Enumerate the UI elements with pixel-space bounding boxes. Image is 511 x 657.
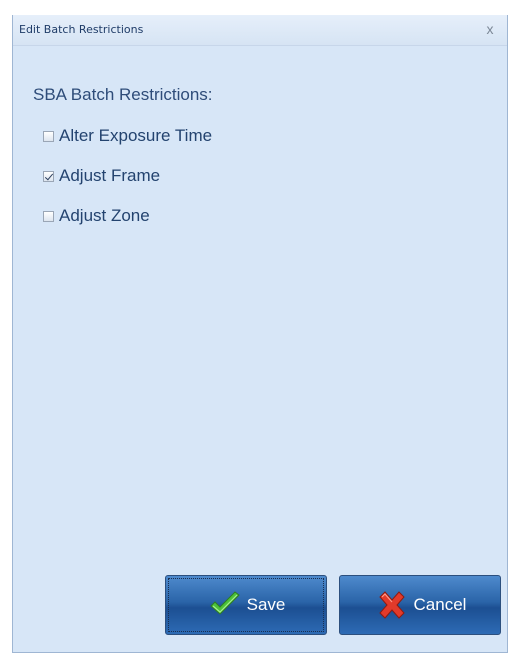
dialog-title: Edit Batch Restrictions [19, 23, 144, 36]
title-bar: Edit Batch Restrictions x [13, 15, 507, 46]
checkbox-adjust-zone-box[interactable] [43, 210, 54, 222]
checkbox-adjust-frame[interactable]: Adjust Frame [43, 164, 160, 188]
checkbox-adjust-zone-label[interactable]: Adjust Zone [59, 206, 150, 226]
red-x-icon [378, 591, 405, 619]
save-button[interactable]: Save [165, 575, 327, 635]
close-button[interactable]: x [481, 19, 499, 39]
checkbox-alter-exposure-time-box[interactable] [43, 130, 54, 142]
checkbox-alter-exposure-time[interactable]: Alter Exposure Time [43, 124, 212, 148]
edit-batch-restrictions-dialog: Edit Batch Restrictions x SBA Batch Rest… [12, 15, 508, 653]
save-button-label: Save [246, 595, 286, 614]
section-label: SBA Batch Restrictions: [33, 85, 213, 104]
cancel-button-label: Cancel [413, 595, 467, 614]
checkbox-adjust-zone[interactable]: Adjust Zone [43, 204, 150, 228]
checkbox-alter-exposure-time-label[interactable]: Alter Exposure Time [59, 126, 212, 146]
checkbox-adjust-frame-label[interactable]: Adjust Frame [59, 166, 160, 186]
cancel-button[interactable]: Cancel [339, 575, 501, 635]
checkbox-adjust-frame-box[interactable] [43, 170, 54, 182]
green-checkmark-icon [209, 591, 240, 615]
